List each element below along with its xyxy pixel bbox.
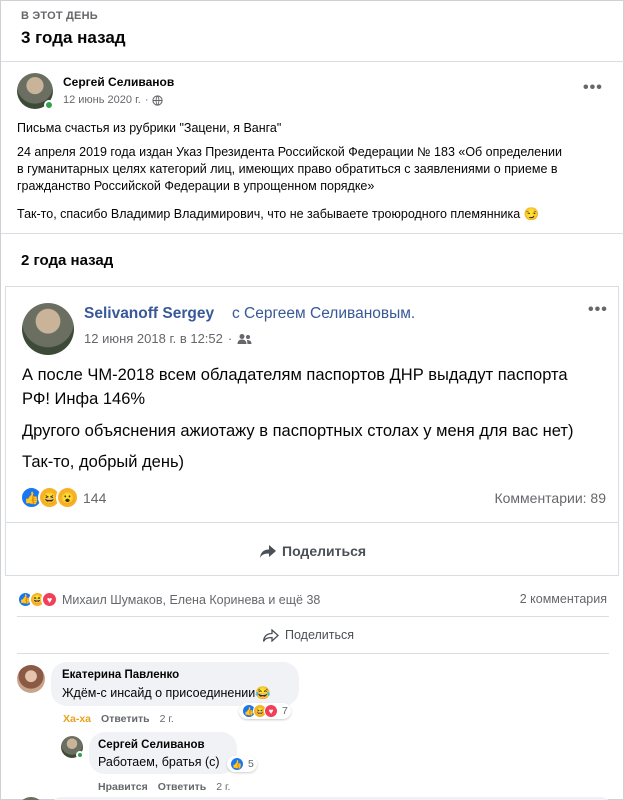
- comment-time[interactable]: 2 г.: [216, 781, 230, 793]
- online-indicator: [76, 751, 84, 759]
- footer-share-button[interactable]: Поделиться: [263, 628, 354, 642]
- years-ago-title: 2 года назад: [21, 252, 114, 269]
- divider: [6, 522, 618, 523]
- post-date[interactable]: 12 июнь 2020 г.: [63, 94, 141, 106]
- comment-time[interactable]: 2 г.: [160, 713, 174, 725]
- shared-text-line: А после ЧМ-2018 всем обладателям паспорт…: [22, 366, 568, 384]
- on-this-day-label: В ЭТОТ ДЕНЬ: [21, 10, 98, 22]
- online-indicator: [44, 100, 54, 110]
- footer-comments-count[interactable]: 2 комментария: [520, 592, 607, 606]
- commenter-avatar[interactable]: [17, 665, 45, 693]
- comment-reactions[interactable]: 👍 😆 ♥ 7: [239, 703, 291, 719]
- reactions-count: 144: [83, 489, 107, 506]
- friends-icon: [237, 333, 252, 344]
- divider: [1, 233, 624, 234]
- author-avatar[interactable]: [17, 73, 54, 110]
- shared-reactions[interactable]: 👍 😆 😮 144: [20, 486, 106, 509]
- reply-actions: Нравится Ответить 2 г.: [98, 781, 230, 793]
- divider: [17, 653, 609, 654]
- divider: [17, 616, 609, 617]
- shared-text-line: РФ! Инфа 146%: [22, 390, 146, 408]
- share-arrow-icon: [263, 628, 279, 642]
- post-menu-button[interactable]: •••: [583, 79, 603, 97]
- globe-icon: [152, 94, 164, 106]
- shared-author-name[interactable]: Selivanoff Sergey: [84, 305, 214, 323]
- post-reactions[interactable]: 👍 😆 ♥ Михаил Шумаков, Елена Коринева и е…: [17, 591, 320, 608]
- comment-reaction-count: 7: [282, 705, 288, 717]
- years-ago-title: 3 года назад: [21, 28, 126, 47]
- post-text-line: 24 апреля 2019 года издан Указ Президент…: [17, 145, 562, 159]
- share-label: Поделиться: [285, 628, 355, 642]
- love-reaction-icon: ♥: [41, 591, 58, 608]
- separator-dot: ·: [227, 331, 233, 346]
- post-text-line: Так-то, спасибо Владимир Владимирович, ч…: [17, 207, 540, 221]
- shared-menu-button[interactable]: •••: [588, 301, 608, 319]
- reactors-names[interactable]: Михаил Шумаков, Елена Коринева и ещё 38: [62, 593, 320, 607]
- shared-meta: 12 июня 2018 г. в 12:52 ·: [84, 331, 252, 346]
- reply-reaction-count: 5: [248, 758, 254, 770]
- share-arrow-icon: [260, 544, 276, 558]
- shared-text-line: Другого объяснения ажиотажу в паспортных…: [22, 422, 574, 440]
- post-meta: 12 июнь 2020 г. ·: [63, 94, 164, 106]
- reply-action[interactable]: Ответить: [158, 781, 207, 793]
- shared-share-button[interactable]: Поделиться: [260, 543, 366, 559]
- share-label: Поделиться: [282, 543, 367, 559]
- comment-text: Ждём-с инсайд о присоединении😂: [62, 686, 271, 700]
- reply-text: Работаем, братья (с): [98, 755, 220, 769]
- post-text-line: Письма счастья из рубрики "Зацени, я Ван…: [17, 121, 282, 135]
- post-text-line: гражданство Российской Федерации в упрощ…: [17, 179, 375, 193]
- reply-reactions[interactable]: 👍 5: [227, 756, 257, 772]
- love-reaction-icon: ♥: [264, 704, 278, 718]
- comments-count-link[interactable]: Комментарии: 89: [494, 490, 606, 506]
- memory-card: В ЭТОТ ДЕНЬ 3 года назад Сергей Селивано…: [0, 0, 624, 800]
- comment-author[interactable]: Екатерина Павленко: [62, 669, 179, 681]
- comment-actions: Ха-ха Ответить 2 г.: [63, 713, 174, 725]
- separator-dot: ·: [144, 94, 149, 106]
- like-reaction-icon: 👍: [230, 757, 244, 771]
- shared-date[interactable]: 12 июня 2018 г. в 12:52: [84, 331, 223, 346]
- shared-text-line: Так-то, добрый день): [22, 453, 185, 471]
- wow-reaction-icon: 😮: [56, 486, 79, 509]
- shared-post-card: Selivanoff Sergey с Сергеем Селивановым.…: [5, 286, 619, 576]
- post-text-line: в гуманитарных целях категорий лиц, имею…: [17, 162, 558, 176]
- reply-action[interactable]: Ответить: [101, 713, 150, 725]
- shared-author-avatar[interactable]: [22, 303, 74, 355]
- like-action[interactable]: Нравится: [98, 781, 148, 793]
- reply-author[interactable]: Сергей Селиванов: [98, 739, 205, 751]
- divider: [1, 61, 624, 62]
- reply-author-avatar[interactable]: [61, 736, 84, 759]
- haha-action[interactable]: Ха-ха: [63, 713, 91, 725]
- post-author-name[interactable]: Сергей Селиванов: [63, 75, 174, 89]
- tagged-with-text[interactable]: с Сергеем Селивановым.: [232, 305, 415, 323]
